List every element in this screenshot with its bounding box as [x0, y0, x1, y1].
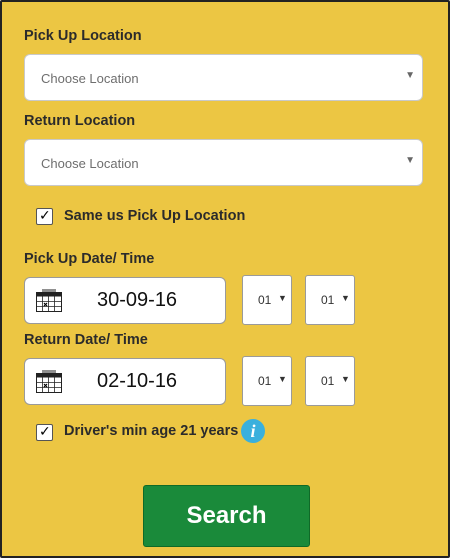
chevron-down-icon: ▼: [278, 374, 287, 384]
chevron-down-icon: ▼: [341, 374, 350, 384]
search-button[interactable]: Search: [143, 485, 310, 547]
return-datetime-label: Return Date/ Time: [24, 332, 148, 348]
pickup-date-value: 30-09-16: [97, 289, 178, 311]
return-location-label: Return Location: [24, 113, 136, 129]
chevron-down-icon: ▼: [278, 293, 287, 303]
checkmark-icon: ✓: [39, 423, 51, 439]
calendar-icon[interactable]: [36, 370, 62, 393]
pickup-location-select[interactable]: Choose Location ▼: [24, 54, 423, 101]
pickup-location-label: Pick Up Location: [24, 28, 142, 44]
pickup-datetime-label: Pick Up Date/ Time: [24, 251, 155, 267]
pickup-hour-value: 01: [258, 293, 272, 307]
info-icon[interactable]: i: [241, 419, 265, 443]
pickup-minute-value: 01: [321, 293, 335, 307]
return-date-value: 02-10-16: [97, 370, 178, 392]
checkmark-icon: ✓: [39, 207, 51, 223]
chevron-down-icon: ▼: [405, 155, 415, 166]
pickup-hour-select[interactable]: 01 ▼: [242, 275, 292, 325]
chevron-down-icon: ▼: [341, 293, 350, 303]
pickup-location-placeholder: Choose Location: [41, 71, 139, 86]
return-location-select[interactable]: Choose Location ▼: [24, 139, 423, 186]
calendar-icon[interactable]: [36, 289, 62, 312]
chevron-down-icon: ▼: [405, 70, 415, 81]
return-hour-select[interactable]: 01 ▼: [242, 356, 292, 406]
same-location-label: Same us Pick Up Location: [64, 208, 246, 224]
pickup-date-field[interactable]: 30-09-16: [24, 277, 226, 324]
return-minute-select[interactable]: 01 ▼: [305, 356, 355, 406]
pickup-minute-select[interactable]: 01 ▼: [305, 275, 355, 325]
return-minute-value: 01: [321, 374, 335, 388]
return-location-placeholder: Choose Location: [41, 156, 139, 171]
booking-panel: Pick Up Location Choose Location ▼ Retur…: [0, 0, 450, 558]
return-date-field[interactable]: 02-10-16: [24, 358, 226, 405]
same-location-checkbox[interactable]: ✓: [36, 207, 53, 225]
return-hour-value: 01: [258, 374, 272, 388]
min-age-label: Driver's min age 21 years: [64, 423, 239, 439]
min-age-checkbox[interactable]: ✓: [36, 423, 53, 441]
